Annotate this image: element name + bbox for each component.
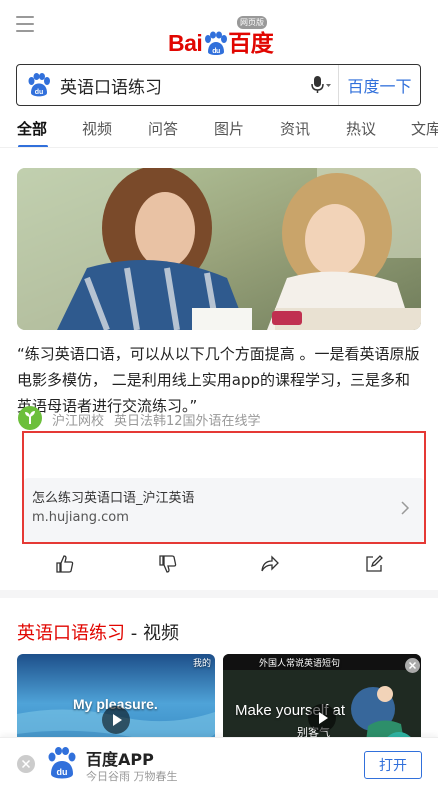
- result-tabs: 全部 视频 问答 图片 资讯 热议 文库: [0, 112, 438, 148]
- source-desc: 英日法韩12国外语在线学: [114, 414, 261, 429]
- result-actions: [0, 552, 438, 578]
- logo-text: Bai du 百度: [168, 30, 274, 56]
- tab-library[interactable]: 文库: [411, 118, 438, 139]
- play-icon: [308, 704, 336, 732]
- tab-images[interactable]: 图片: [214, 118, 244, 139]
- baidu-app-icon: du: [48, 747, 76, 779]
- open-app-button[interactable]: 打开: [364, 751, 422, 779]
- menu-icon[interactable]: [16, 16, 34, 32]
- svg-text:du: du: [213, 48, 221, 55]
- search-button[interactable]: 百度一下: [338, 65, 420, 105]
- section-divider: [0, 590, 438, 598]
- baidu-logo[interactable]: Bai du 百度 网页版: [168, 16, 274, 56]
- active-tab-indicator: [18, 145, 48, 147]
- tab-qa[interactable]: 问答: [148, 118, 178, 139]
- play-icon: [102, 706, 130, 734]
- video-section-title[interactable]: 英语口语练习 - 视频: [17, 619, 179, 645]
- sprout-icon: [25, 411, 35, 424]
- voice-search-button[interactable]: [304, 65, 338, 105]
- answer-quote: “练习英语口语，可以从以下几个方面提高 。一是看英语原版电影多模仿， 二是利用线…: [17, 345, 420, 415]
- source-name: 沪江网校: [52, 414, 105, 429]
- app-slogan: 今日谷雨 万物春生: [86, 770, 178, 783]
- app-name: 百度APP: [86, 750, 154, 769]
- svg-text:du: du: [35, 89, 44, 96]
- edit-icon[interactable]: [364, 554, 384, 574]
- tab-discussion[interactable]: 热议: [346, 118, 376, 139]
- logo-badge: 网页版: [237, 16, 267, 29]
- page: Bai du 百度 网页版 du 英语口语练习 百度一下 全部 视频 问答 图片…: [0, 0, 438, 791]
- video-2-top-text: 外国人常说英语短句: [259, 658, 341, 668]
- source-logo: [18, 406, 42, 430]
- baidu-paw-icon: du: [28, 73, 50, 97]
- microphone-icon: [311, 76, 331, 93]
- source-info[interactable]: 沪江网校 英日法韩12国外语在线学: [52, 410, 271, 429]
- search-input[interactable]: [52, 65, 304, 105]
- close-icon[interactable]: [405, 658, 420, 673]
- svg-text:du: du: [57, 767, 68, 777]
- tab-all[interactable]: 全部: [17, 118, 47, 139]
- result-image[interactable]: [17, 168, 421, 330]
- thumbs-up-icon[interactable]: [55, 554, 75, 574]
- video-title-highlight: 英语口语练习: [17, 623, 125, 644]
- video-title-suffix: - 视频: [125, 623, 179, 644]
- video-1-corner-text: 我的: [192, 658, 211, 668]
- students-photo: [17, 168, 421, 330]
- share-icon[interactable]: [260, 554, 280, 574]
- thumbs-down-icon[interactable]: [158, 554, 178, 574]
- tab-video[interactable]: 视频: [82, 118, 112, 139]
- tab-news[interactable]: 资讯: [280, 118, 310, 139]
- banner-close-icon[interactable]: [17, 755, 35, 773]
- paw-icon: du: [205, 31, 228, 55]
- app-download-banner: du 百度APP 今日谷雨 万物春生 打开: [0, 737, 438, 791]
- search-box: du 百度一下: [16, 64, 421, 106]
- highlight-box: [22, 431, 426, 544]
